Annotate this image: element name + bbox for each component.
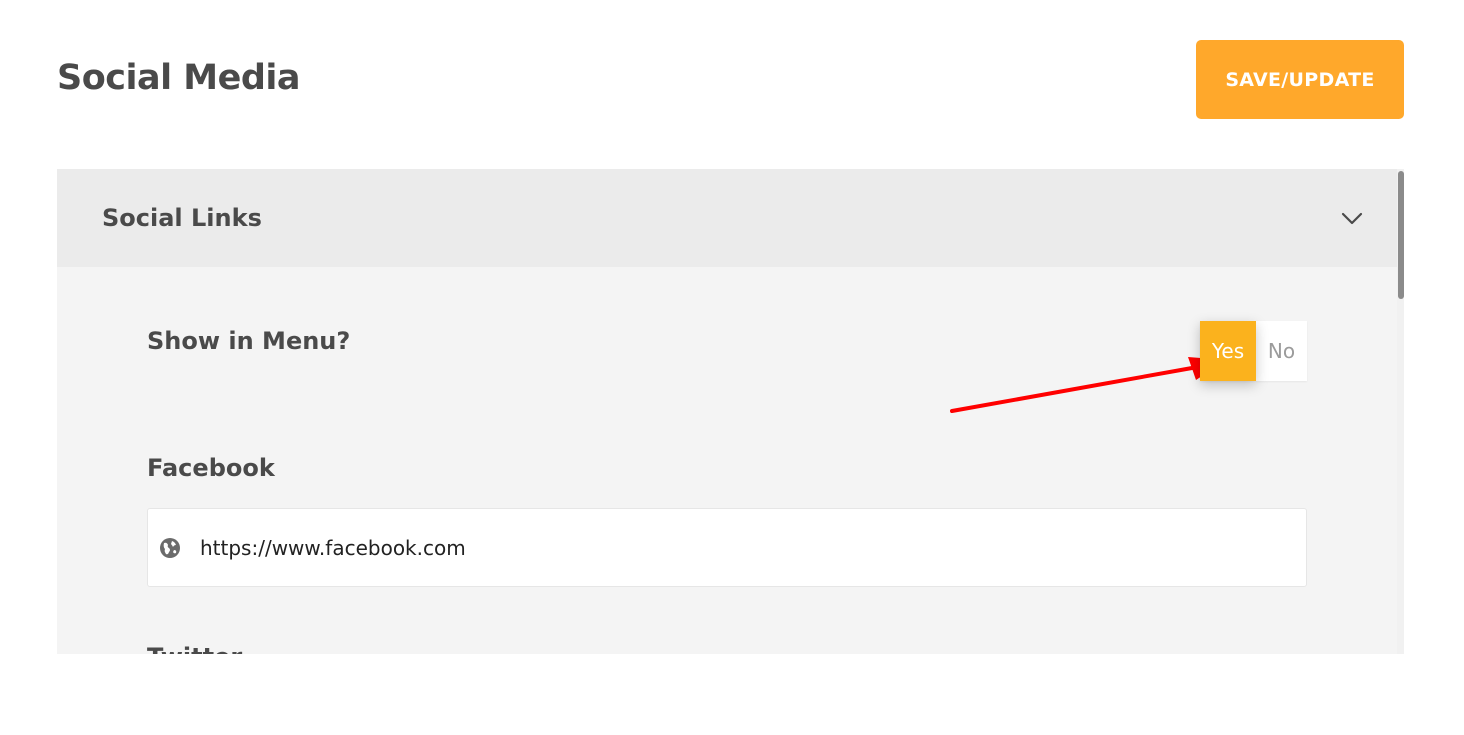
social-links-accordion-header[interactable]: Social Links: [57, 169, 1397, 267]
show-in-menu-toggle[interactable]: Yes No: [1200, 321, 1307, 381]
show-in-menu-label: Show in Menu?: [147, 327, 351, 355]
save-update-button[interactable]: SAVE/UPDATE: [1196, 40, 1404, 119]
facebook-url-input[interactable]: [200, 509, 1290, 586]
globe-icon: [160, 538, 180, 558]
toggle-no-option[interactable]: No: [1256, 321, 1307, 381]
chevron-down-icon[interactable]: [1341, 207, 1363, 229]
facebook-url-field[interactable]: [147, 508, 1307, 587]
social-links-panel: Social Links Show in Menu? Yes No Facebo…: [57, 169, 1404, 654]
social-links-title: Social Links: [102, 204, 262, 232]
twitter-label: Twitter: [147, 643, 242, 654]
page-title: Social Media: [57, 58, 301, 98]
scrollbar-thumb[interactable]: [1398, 171, 1404, 299]
facebook-label: Facebook: [147, 454, 275, 482]
toggle-yes-option[interactable]: Yes: [1200, 321, 1256, 381]
